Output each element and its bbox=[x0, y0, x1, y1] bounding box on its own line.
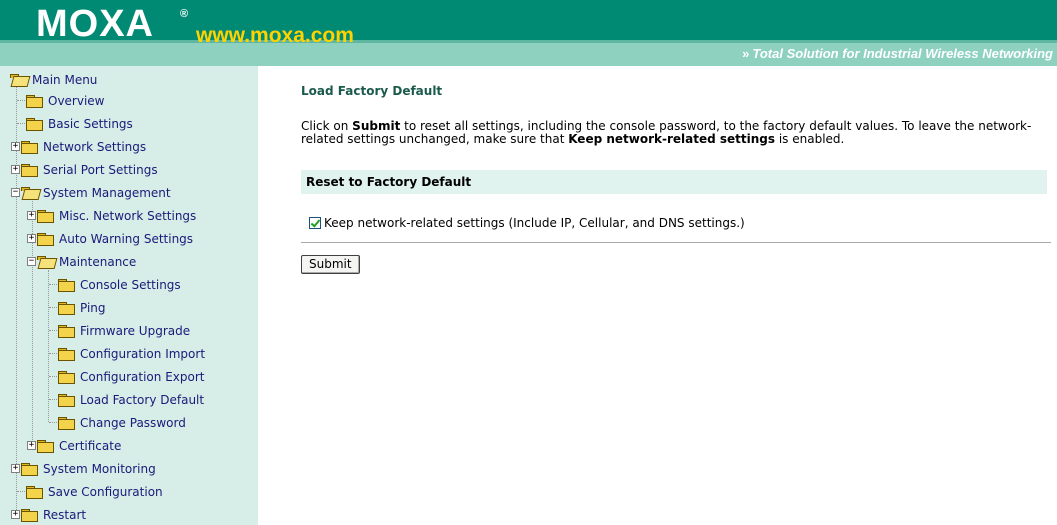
sidebar-item-auto-warning-settings[interactable]: + Auto Warning Settings bbox=[27, 227, 193, 250]
folder-open-icon bbox=[21, 186, 38, 199]
sidebar-item-label: Overview bbox=[48, 93, 105, 108]
sidebar-item-label: Misc. Network Settings bbox=[59, 208, 197, 223]
sidebar-item-configuration-import[interactable]: Configuration Import bbox=[58, 342, 205, 365]
desc-text: is enabled. bbox=[775, 132, 845, 146]
sidebar-item-label: Auto Warning Settings bbox=[59, 231, 194, 246]
sidebar-item-label: Restart bbox=[43, 507, 87, 522]
folder-icon bbox=[58, 347, 75, 361]
sidebar-item-system-monitoring[interactable]: + System Monitoring bbox=[11, 457, 156, 480]
sidebar-item-serial-port-settings[interactable]: + Serial Port Settings bbox=[11, 158, 158, 181]
checkbox-label: Keep network-related settings (Include I… bbox=[324, 216, 745, 230]
sidebar-item-system-management[interactable]: − System Management bbox=[11, 181, 171, 204]
page-description: Click on Submit to reset all settings, i… bbox=[301, 120, 1051, 146]
folder-icon bbox=[21, 462, 38, 476]
header-top-band bbox=[0, 0, 1057, 40]
sidebar-item-label: System Monitoring bbox=[43, 461, 156, 476]
sidebar-item-basic-settings[interactable]: Basic Settings bbox=[26, 112, 133, 135]
sidebar-item-certificate[interactable]: + Certificate bbox=[27, 434, 121, 457]
registered-mark: ® bbox=[180, 8, 189, 20]
sidebar-item-label: Change Password bbox=[80, 415, 186, 430]
folder-icon bbox=[58, 416, 75, 430]
expand-plus-icon[interactable]: + bbox=[27, 211, 36, 220]
collapse-minus-icon[interactable]: − bbox=[27, 257, 36, 266]
section-header: Reset to Factory Default bbox=[301, 170, 1047, 194]
desc-text: Click on bbox=[301, 119, 353, 133]
keep-network-settings-row[interactable]: Keep network-related settings (Include I… bbox=[309, 216, 745, 230]
sidebar-item-label: Network Settings bbox=[43, 139, 147, 154]
tagline-text: Total Solution for Industrial Wireless N… bbox=[752, 46, 1053, 61]
folder-icon bbox=[26, 485, 43, 499]
sidebar-item-label: Serial Port Settings bbox=[43, 162, 158, 177]
sidebar-item-network-settings[interactable]: + Network Settings bbox=[11, 135, 146, 158]
expand-plus-icon[interactable]: + bbox=[11, 165, 20, 174]
sidebar-item-label: Ping bbox=[80, 300, 106, 315]
divider bbox=[301, 242, 1051, 243]
collapse-minus-icon[interactable]: − bbox=[11, 188, 20, 197]
sidebar-item-load-factory-default[interactable]: Load Factory Default bbox=[58, 388, 204, 411]
sidebar-item-main-menu[interactable]: Main Menu bbox=[10, 68, 97, 91]
sidebar-item-console-settings[interactable]: Console Settings bbox=[58, 273, 181, 296]
folder-open-icon bbox=[37, 255, 54, 268]
desc-emphasis: Keep network-related settings bbox=[568, 132, 776, 146]
moxa-url: www.moxa.com bbox=[196, 24, 354, 47]
sidebar-item-label: Basic Settings bbox=[48, 116, 133, 131]
sidebar-item-label: Maintenance bbox=[59, 254, 137, 269]
expand-plus-icon[interactable]: + bbox=[11, 510, 20, 519]
folder-icon bbox=[58, 370, 75, 384]
folder-icon bbox=[58, 301, 75, 315]
header-divider bbox=[0, 40, 1057, 43]
sidebar-item-change-password[interactable]: Change Password bbox=[58, 411, 186, 434]
expand-plus-icon[interactable]: + bbox=[11, 142, 20, 151]
expand-plus-icon[interactable]: + bbox=[27, 234, 36, 243]
folder-icon bbox=[21, 508, 38, 522]
keep-network-settings-checkbox[interactable] bbox=[309, 217, 321, 229]
folder-icon bbox=[26, 94, 43, 108]
sidebar-item-label: Load Factory Default bbox=[80, 392, 205, 407]
sidebar-item-configuration-export[interactable]: Configuration Export bbox=[58, 365, 204, 388]
sidebar-item-label: Save Configuration bbox=[48, 484, 163, 499]
sidebar-item-label: System Management bbox=[43, 185, 171, 200]
sidebar-item-maintenance[interactable]: − Maintenance bbox=[27, 250, 136, 273]
sidebar-item-label: Console Settings bbox=[80, 277, 181, 292]
folder-icon bbox=[58, 324, 75, 338]
sidebar-item-label: Firmware Upgrade bbox=[80, 323, 191, 338]
sidebar-item-label: Configuration Import bbox=[80, 346, 206, 361]
tagline: » Total Solution for Industrial Wireless … bbox=[742, 46, 1053, 61]
folder-open-icon bbox=[10, 73, 27, 86]
folder-icon bbox=[37, 209, 54, 223]
sidebar-item-label: Certificate bbox=[59, 438, 122, 453]
sidebar-item-ping[interactable]: Ping bbox=[58, 296, 106, 319]
folder-icon bbox=[37, 439, 54, 453]
folder-icon bbox=[26, 117, 43, 131]
page-title: Load Factory Default bbox=[301, 84, 443, 98]
sidebar-tree: Main Menu Overview Basic Settings + Netw… bbox=[0, 66, 258, 525]
sidebar-item-restart[interactable]: + Restart bbox=[11, 503, 86, 525]
main-content: Load Factory Default Click on Submit to … bbox=[258, 66, 1057, 525]
folder-icon bbox=[58, 278, 75, 292]
double-chevron-icon: » bbox=[742, 46, 750, 61]
folder-icon bbox=[58, 393, 75, 407]
folder-icon bbox=[37, 232, 54, 246]
sidebar-item-save-configuration[interactable]: Save Configuration bbox=[26, 480, 163, 503]
sidebar-item-misc-network-settings[interactable]: + Misc. Network Settings bbox=[27, 204, 196, 227]
desc-emphasis: Submit bbox=[352, 119, 401, 133]
sidebar-item-label: Configuration Export bbox=[80, 369, 205, 384]
sidebar-item-label: Main Menu bbox=[32, 72, 98, 87]
moxa-logo: MOXA bbox=[36, 3, 154, 45]
submit-button[interactable]: Submit bbox=[301, 255, 360, 274]
sidebar-item-overview[interactable]: Overview bbox=[26, 89, 105, 112]
expand-plus-icon[interactable]: + bbox=[27, 441, 36, 450]
sidebar-item-firmware-upgrade[interactable]: Firmware Upgrade bbox=[58, 319, 190, 342]
header: MOXA ® www.moxa.com » Total Solution for … bbox=[0, 0, 1057, 66]
folder-icon bbox=[21, 140, 38, 154]
folder-icon bbox=[21, 163, 38, 177]
expand-plus-icon[interactable]: + bbox=[11, 464, 20, 473]
